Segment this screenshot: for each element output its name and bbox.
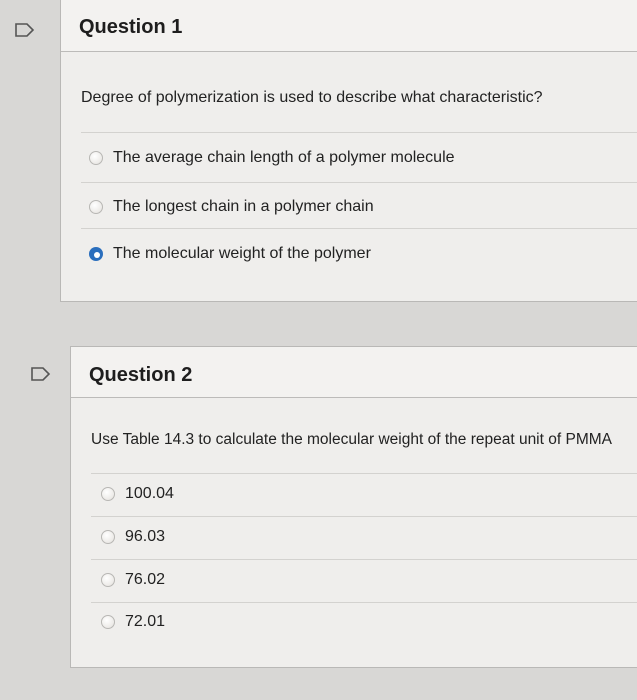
radio-button[interactable] <box>101 615 115 629</box>
question-2-header: Question 2 <box>71 347 637 398</box>
radio-button[interactable] <box>101 573 115 587</box>
question-1-option-2[interactable]: The longest chain in a polymer chain <box>89 196 374 218</box>
question-1-option-1[interactable]: The average chain length of a polymer mo… <box>89 147 455 169</box>
question-1-prompt: Degree of polymerization is used to desc… <box>81 89 543 106</box>
question-2-prompt: Use Table 14.3 to calculate the molecula… <box>91 431 612 448</box>
radio-button[interactable] <box>101 530 115 544</box>
option-label: 100.04 <box>125 485 174 502</box>
question-2-option-4[interactable]: 72.01 <box>101 611 165 633</box>
radio-button[interactable] <box>89 151 103 165</box>
question-2-title: Question 2 <box>89 364 193 386</box>
radio-button-selected[interactable] <box>89 247 103 261</box>
question-1-header: Question 1 <box>61 0 637 52</box>
divider <box>81 228 637 229</box>
question-2-option-2[interactable]: 96.03 <box>101 526 165 548</box>
question-1-option-3[interactable]: The molecular weight of the polymer <box>89 243 371 265</box>
flag-icon[interactable] <box>14 22 36 38</box>
question-2-option-3[interactable]: 76.02 <box>101 569 165 591</box>
option-label: The average chain length of a polymer mo… <box>113 149 455 166</box>
question-1-card: Question 1 Degree of polymerization is u… <box>60 0 637 302</box>
question-2-option-1[interactable]: 100.04 <box>101 483 174 505</box>
option-label: The longest chain in a polymer chain <box>113 198 374 215</box>
divider <box>91 473 637 474</box>
question-2-card: Question 2 Use Table 14.3 to calculate t… <box>70 346 637 668</box>
option-label: 76.02 <box>125 571 166 588</box>
radio-button[interactable] <box>89 200 103 214</box>
option-label: The molecular weight of the polymer <box>113 245 371 262</box>
question-1-title: Question 1 <box>79 16 183 38</box>
divider <box>91 516 637 517</box>
divider <box>91 559 637 560</box>
divider <box>81 132 637 133</box>
radio-button[interactable] <box>101 487 115 501</box>
flag-icon[interactable] <box>30 366 52 382</box>
option-label: 72.01 <box>125 613 166 630</box>
divider <box>81 182 637 183</box>
option-label: 96.03 <box>125 528 166 545</box>
divider <box>91 602 637 603</box>
